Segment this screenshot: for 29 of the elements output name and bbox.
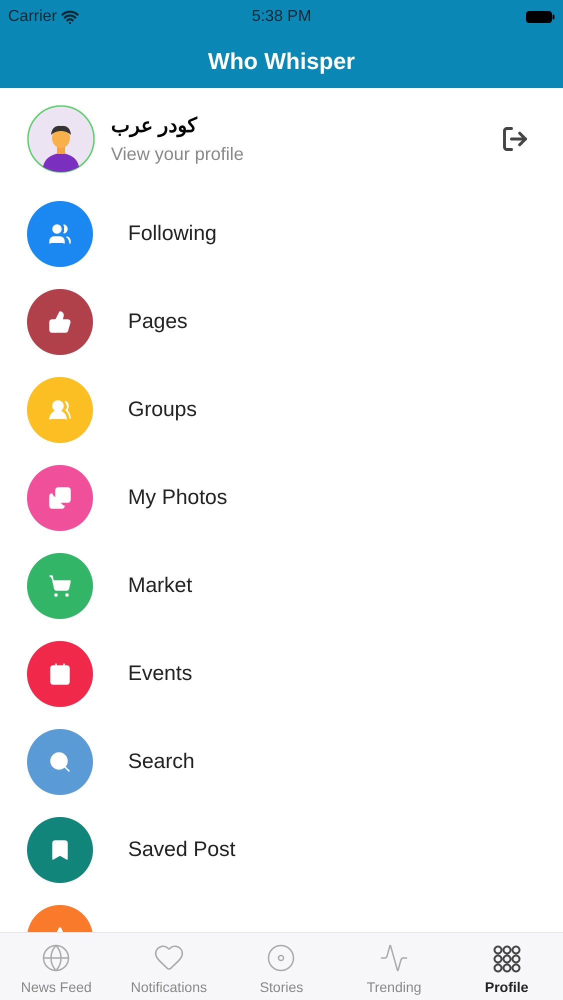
battery-icon <box>525 10 555 24</box>
tab[interactable]: Profile <box>450 933 563 1000</box>
menu-item[interactable]: My Photos <box>128 482 228 514</box>
menu-item[interactable]: Market <box>128 570 192 602</box>
cart-icon <box>48 574 72 598</box>
menu-item[interactable]: Events <box>128 658 192 690</box>
globe-icon <box>41 943 72 973</box>
logout-icon <box>501 125 529 153</box>
group-icon <box>48 398 72 422</box>
pulse-icon <box>379 943 410 973</box>
thumbs-up-icon <box>48 310 72 334</box>
search-icon <box>48 750 72 774</box>
clock: 5:38 PM <box>252 7 312 27</box>
profile-link[interactable]: View your profile <box>111 140 244 168</box>
grid-icon <box>492 945 521 973</box>
avatar[interactable] <box>27 105 95 173</box>
menu-item[interactable]: Search <box>128 746 195 778</box>
menu-item[interactable]: Groups <box>128 394 197 426</box>
carrier-label: Carrier <box>8 7 57 27</box>
menu-item[interactable]: Following <box>128 218 217 250</box>
people-icon <box>48 222 72 246</box>
photos-icon <box>48 486 72 510</box>
calendar-icon <box>48 662 72 686</box>
ring-icon <box>266 943 296 973</box>
menu-item[interactable]: Pages <box>128 306 188 338</box>
menu-item[interactable]: Saved Post <box>128 834 236 866</box>
wifi-icon <box>60 8 79 26</box>
profile-name: كودر عرب <box>111 114 199 140</box>
app-title: Who Whisper <box>208 46 355 76</box>
